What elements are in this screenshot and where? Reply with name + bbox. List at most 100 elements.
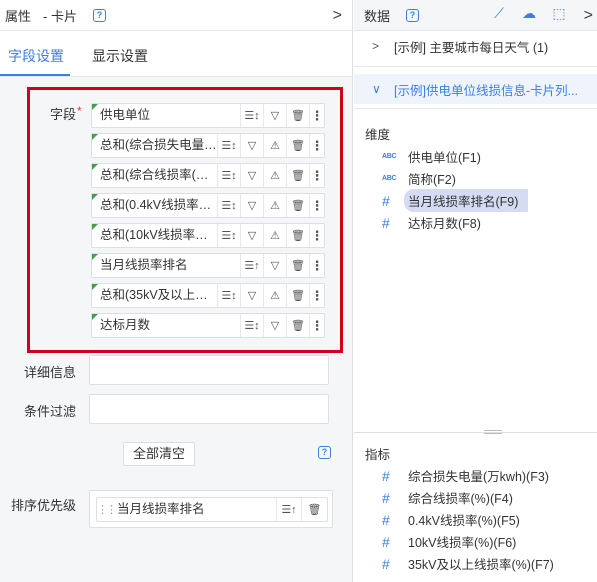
filter-icon[interactable]: ▽ (241, 194, 264, 217)
number-type-icon: # (382, 489, 390, 506)
delete-icon[interactable]: 🗑 (287, 164, 310, 187)
filter-icon[interactable]: ▽ (241, 134, 264, 157)
measure-item[interactable]: # 0.4kV线损率(%)(F5) (354, 509, 597, 530)
field-row[interactable]: 总和(综合线损率(… ☰↕ ▽ ⚠ 🗑 ⋮ (91, 163, 325, 188)
filter-icon[interactable]: ▽ (264, 104, 287, 127)
help-icon[interactable]: ? (92, 8, 106, 22)
number-type-icon: # (382, 511, 390, 528)
field-name: 当月线损率排名 (92, 254, 241, 277)
dimension-item[interactable]: ABC 供电单位(F1) (354, 146, 597, 167)
chevron-right-icon[interactable]: > (333, 7, 342, 25)
measure-item[interactable]: # 综合损失电量(万kwh)(F3) (354, 465, 597, 486)
chevron-right-icon[interactable]: > (584, 7, 593, 25)
help-icon[interactable]: ? (406, 8, 420, 22)
data-title: 数据 (364, 8, 391, 24)
field-row[interactable]: 当月线损率排名 ☰↑ ▽ 🗑 ⋮ (91, 253, 325, 278)
more-icon[interactable]: ⋮ (310, 164, 324, 187)
delete-icon[interactable]: 🗑 (287, 104, 310, 127)
measure-label: 35kV及以上线损率(%)(F7) (408, 558, 554, 572)
number-type-icon: # (382, 214, 390, 231)
warning-icon[interactable]: ⚠ (264, 134, 287, 157)
detail-input[interactable] (89, 355, 329, 385)
sort-icon[interactable]: ☰↕ (241, 314, 264, 337)
sort-icon[interactable]: ☰↕ (218, 164, 241, 187)
dataset-item[interactable]: > [示例] 主要城市每日天气 (1) (354, 31, 597, 61)
field-name: 总和(综合线损率(… (92, 164, 218, 187)
tab-display-settings[interactable]: 显示设置 (92, 46, 148, 76)
field-row[interactable]: 总和(0.4kV线损率… ☰↕ ▽ ⚠ 🗑 ⋮ (91, 193, 325, 218)
measure-title: 指标 (365, 448, 391, 462)
filter-label: 条件过滤 (24, 404, 77, 419)
dimension-item[interactable]: ABC 简称(F2) (354, 168, 597, 189)
warning-icon[interactable]: ⚠ (264, 284, 287, 307)
delete-icon[interactable]: 🗑 (287, 254, 310, 277)
filter-icon[interactable]: ▽ (241, 164, 264, 187)
warning-icon[interactable]: ⚠ (264, 164, 287, 187)
warning-icon[interactable]: ⚠ (264, 194, 287, 217)
filter-icon[interactable]: ▽ (241, 284, 264, 307)
drag-handle-icon[interactable]: ⋮⋮ (97, 503, 117, 516)
sort-icon[interactable]: ☰↕ (218, 284, 241, 307)
delete-icon[interactable]: 🗑 (287, 194, 310, 217)
chevron-right-icon: > (372, 39, 380, 53)
delete-icon[interactable]: 🗑 (287, 224, 310, 247)
sort-icon[interactable]: ☰↕ (218, 194, 241, 217)
measure-item[interactable]: # 35kV及以上线损率(%)(F7) (354, 553, 597, 574)
sort-item-name: 当月线损率排名 (113, 498, 277, 521)
field-row[interactable]: 供电单位 ☰↕ ▽ 🗑 ⋮ (91, 103, 325, 128)
delete-icon[interactable]: 🗑 (287, 314, 310, 337)
delete-icon[interactable]: 🗑 (302, 498, 327, 521)
sort-icon[interactable]: ☰↕ (218, 224, 241, 247)
more-icon[interactable]: ⋮ (310, 194, 324, 217)
field-row[interactable]: 总和(10kV线损率… ☰↕ ▽ ⚠ 🗑 ⋮ (91, 223, 325, 248)
field-name: 总和(综合损失电量(… (92, 134, 218, 157)
panel-divider[interactable] (354, 432, 597, 433)
separator (354, 66, 597, 67)
field-name: 总和(10kV线损率… (92, 224, 218, 247)
help-icon[interactable]: ? (318, 446, 331, 459)
measure-item[interactable]: # 10kV线损率(%)(F6) (354, 531, 597, 552)
sort-icon[interactable]: ☰↕ (218, 134, 241, 157)
more-icon[interactable]: ⋮ (310, 134, 324, 157)
text-type-icon: ABC (382, 175, 397, 182)
field-list: 供电单位 ☰↕ ▽ 🗑 ⋮ 总和(综合损失电量(… ☰↕ ▽ ⚠ 🗑 ⋮ 总和(… (91, 103, 325, 343)
data-header: 数据 ? ⟋ ☁ ⬚ > (354, 0, 597, 31)
filter-icon[interactable]: ▽ (264, 314, 287, 337)
sort-priority-label: 排序优先级 (11, 498, 77, 513)
resize-handle-icon[interactable] (484, 430, 502, 434)
field-row[interactable]: 总和(综合损失电量(… ☰↕ ▽ ⚠ 🗑 ⋮ (91, 133, 325, 158)
text-type-icon: ABC (382, 153, 397, 160)
more-icon[interactable]: ⋮ (310, 224, 324, 247)
export-icon[interactable]: ⬚ (551, 5, 567, 22)
warning-icon[interactable]: ⚠ (264, 224, 287, 247)
more-icon[interactable]: ⋮ (310, 254, 324, 277)
sort-asc-icon[interactable]: ☰↑ (277, 498, 302, 521)
delete-icon[interactable]: 🗑 (287, 284, 310, 307)
tab-field-settings[interactable]: 字段设置 (0, 46, 70, 76)
more-icon[interactable]: ⋮ (310, 314, 324, 337)
dimension-item[interactable]: # 达标月数(F8) (354, 212, 597, 233)
dimension-label: 达标月数(F8) (408, 217, 481, 231)
dimension-item[interactable]: # 当月线损率排名(F9) (354, 189, 597, 212)
data-panel: 数据 ? ⟋ ☁ ⬚ > > [示例] 主要城市每日天气 (1) ∨ [示例]供… (354, 0, 597, 582)
measure-label: 综合损失电量(万kwh)(F3) (408, 470, 549, 484)
detail-label: 详细信息 (24, 365, 77, 380)
sort-asc-icon[interactable]: ☰↑ (241, 254, 264, 277)
line-chart-icon[interactable]: ⟋ (491, 5, 507, 22)
delete-icon[interactable]: 🗑 (287, 134, 310, 157)
more-icon[interactable]: ⋮ (310, 284, 324, 307)
properties-title: 属性 (5, 8, 32, 24)
filter-input[interactable] (89, 394, 329, 424)
cloud-upload-icon[interactable]: ☁ (521, 5, 537, 22)
sort-item[interactable]: ⋮⋮ 当月线损率排名 ☰↑ 🗑 (96, 497, 328, 522)
filter-icon[interactable]: ▽ (264, 254, 287, 277)
number-type-icon: # (382, 467, 390, 484)
dataset-item[interactable]: ∨ [示例]供电单位线损信息-卡片列... (354, 74, 597, 104)
more-icon[interactable]: ⋮ (310, 104, 324, 127)
clear-all-button[interactable]: 全部清空 (123, 442, 195, 466)
sort-icon[interactable]: ☰↕ (241, 104, 264, 127)
measure-item[interactable]: # 综合线损率(%)(F4) (354, 487, 597, 508)
filter-icon[interactable]: ▽ (241, 224, 264, 247)
field-row[interactable]: 达标月数 ☰↕ ▽ 🗑 ⋮ (91, 313, 325, 338)
field-row[interactable]: 总和(35kV及以上… ☰↕ ▽ ⚠ 🗑 ⋮ (91, 283, 325, 308)
